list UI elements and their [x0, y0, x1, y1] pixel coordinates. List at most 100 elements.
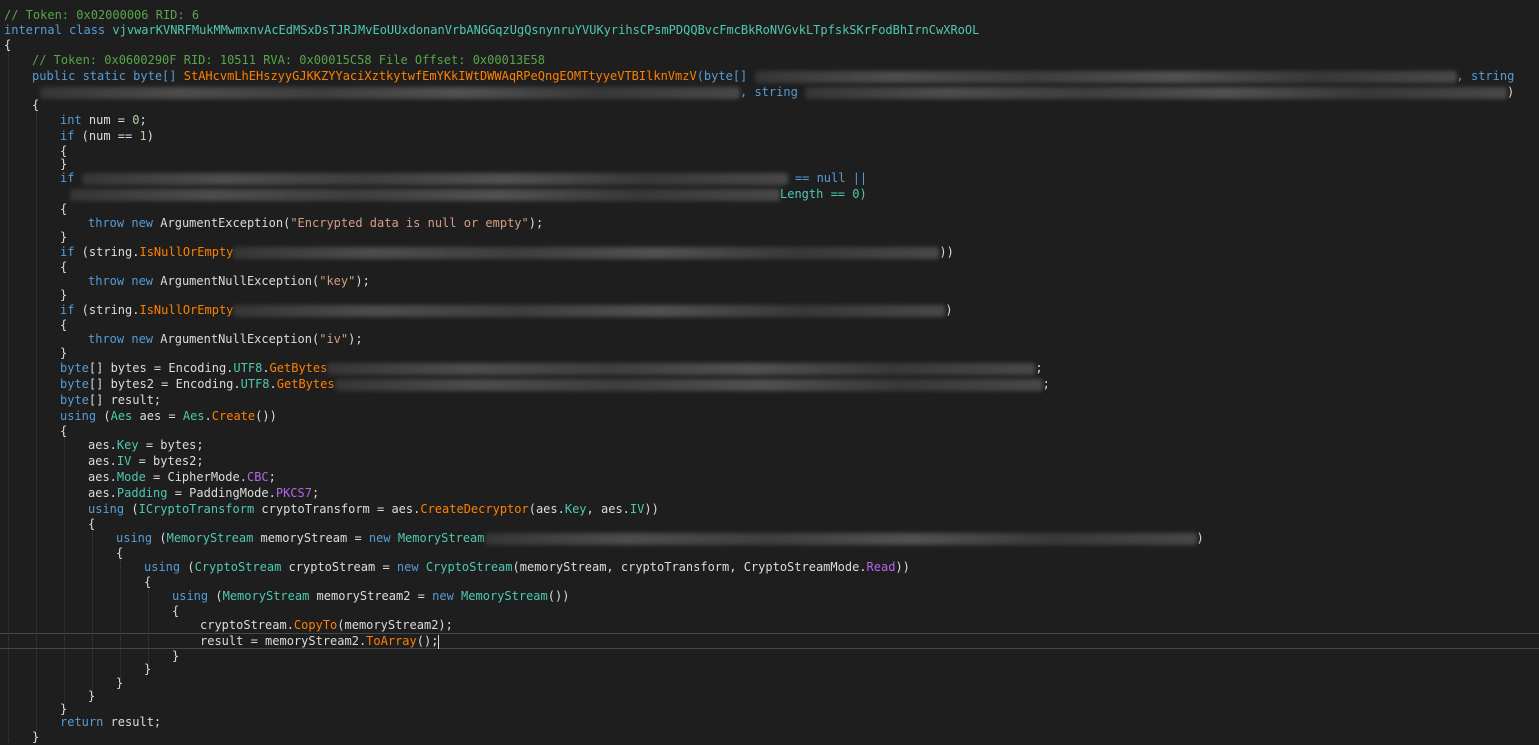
- paren: (: [215, 589, 223, 603]
- code-text: aes.: [88, 438, 117, 452]
- code-text: [] bytes2 = Encoding.: [88, 377, 241, 391]
- code-line: using (CryptoStream cryptoStream = new C…: [144, 559, 910, 575]
- code-text: (num ==: [74, 129, 140, 143]
- code-text: aes.: [88, 454, 117, 468]
- type-name: CryptoStream: [194, 560, 282, 574]
- code-line: int num = 0;: [60, 112, 147, 128]
- type-name: MemoryStream: [397, 531, 485, 545]
- keyword: using: [116, 531, 153, 545]
- type-name: Aes: [182, 409, 205, 423]
- property: IV: [629, 502, 645, 516]
- code-line: }: [60, 345, 67, 361]
- code-line: byte[] bytes2 = Encoding.UTF8.GetBytes;: [60, 376, 1050, 392]
- code-text: .: [269, 377, 277, 391]
- keyword: return: [60, 715, 104, 729]
- keyword: using: [88, 502, 125, 516]
- code-text: );: [348, 332, 363, 346]
- brace: {: [60, 260, 68, 274]
- code-line: }: [60, 229, 67, 245]
- keyword: throw new: [88, 274, 154, 288]
- code-line: {: [32, 97, 39, 113]
- code-line: {: [172, 603, 179, 619]
- param-type: , string: [740, 85, 798, 99]
- type-name: MemoryStream: [461, 589, 548, 603]
- code-line: throw new ArgumentNullException("key");: [88, 273, 370, 289]
- keyword: byte: [60, 393, 89, 407]
- exception-type: ArgumentException: [160, 216, 284, 230]
- brace: {: [88, 517, 96, 531]
- code-text: = bytes2;: [131, 454, 204, 468]
- code-line: if (num == 1): [60, 128, 154, 144]
- code-line: }: [116, 675, 123, 691]
- code-text: ;: [268, 470, 276, 484]
- code-line: using (ICryptoTransform cryptoTransform …: [88, 501, 659, 517]
- brace: }: [60, 346, 68, 360]
- code-text: )): [644, 502, 659, 516]
- code-text: ;: [1035, 361, 1043, 375]
- code-line: throw new ArgumentException("Encrypted d…: [88, 215, 543, 231]
- brace: {: [144, 575, 152, 589]
- keyword: if: [60, 129, 75, 143]
- code-text: ;: [1042, 377, 1050, 391]
- redacted-text: [70, 188, 780, 201]
- method-call: CopyTo: [293, 618, 338, 632]
- code-line: using (Aes aes = Aes.Create()): [60, 408, 277, 424]
- code-text: ()): [547, 589, 570, 603]
- keyword: new: [396, 560, 419, 574]
- code-editor[interactable]: // Token: 0x02000006 RID: 6 internal cla…: [0, 0, 1539, 745]
- code-line: {: [144, 574, 151, 590]
- code-text: (string.: [74, 245, 140, 259]
- code-line: if (string.IsNullOrEmpty)): [60, 244, 954, 260]
- code-text: ;: [311, 486, 320, 500]
- code-line: using (MemoryStream memoryStream2 = new …: [172, 588, 569, 604]
- property: UTF8: [240, 377, 270, 391]
- code-text: );: [528, 216, 544, 230]
- code-text: cryptoStream =: [281, 560, 397, 574]
- code-line: {: [60, 317, 67, 333]
- code-line: aes.Key = bytes;: [88, 437, 204, 453]
- text-caret: [438, 634, 440, 649]
- keyword: if: [60, 245, 75, 259]
- brace: {: [172, 604, 180, 618]
- property: Key: [116, 438, 139, 452]
- code-line: }: [88, 688, 95, 704]
- code-text: = bytes;: [138, 438, 204, 452]
- code-line: {: [60, 423, 67, 439]
- code-text: Length == 0): [780, 187, 867, 201]
- brace: }: [60, 230, 68, 244]
- param-type: , string: [1456, 69, 1515, 83]
- class-name[interactable]: vjvwarKVNRFMukMMwmxnvAcEdMSxDsTJRJMvEoUU…: [112, 23, 979, 37]
- code-line: using (MemoryStream memoryStream = new M…: [116, 530, 1204, 546]
- indent-guide: [120, 560, 121, 680]
- type-name: MemoryStream: [222, 589, 310, 603]
- code-line: {: [116, 545, 123, 561]
- code-line: , string ): [40, 84, 1514, 100]
- code-text: (memoryStream, cryptoTransform, CryptoSt…: [512, 560, 867, 574]
- brace: {: [60, 318, 68, 332]
- method-name[interactable]: StAHcvmLhEHszyyGJKKZYYaciXztkytwfEmYKkIW…: [184, 69, 697, 83]
- code-text: ()): [255, 409, 277, 423]
- number-literal: 1: [139, 129, 147, 143]
- paren: (: [103, 409, 111, 423]
- paren: (: [187, 560, 195, 574]
- redacted-text: [233, 304, 946, 317]
- brace: }: [60, 157, 68, 171]
- code-line: }: [32, 729, 39, 745]
- method-call: ToArray: [366, 634, 417, 648]
- indent-guide: [92, 528, 93, 696]
- code-line: public static byte[] StAHcvmLhEHszyyGJKK…: [32, 68, 1514, 84]
- method-call: CreateDecryptor: [420, 502, 529, 516]
- code-line: aes.IV = bytes2;: [88, 453, 204, 469]
- code-line: throw new ArgumentNullException("iv");: [88, 331, 363, 347]
- code-text: (string.: [74, 303, 140, 317]
- method-call: GetBytes: [269, 361, 328, 375]
- code-line: if == null ||: [60, 170, 867, 186]
- type-name: CryptoStream: [425, 560, 513, 574]
- redacted-text: [81, 172, 788, 185]
- redacted-text: [334, 378, 1043, 391]
- code-line: }: [172, 648, 179, 664]
- code-text: cryptoTransform = aes.: [254, 502, 421, 516]
- code-text: aes.: [88, 470, 117, 484]
- code-line: {: [60, 201, 67, 217]
- code-line: }: [144, 661, 151, 677]
